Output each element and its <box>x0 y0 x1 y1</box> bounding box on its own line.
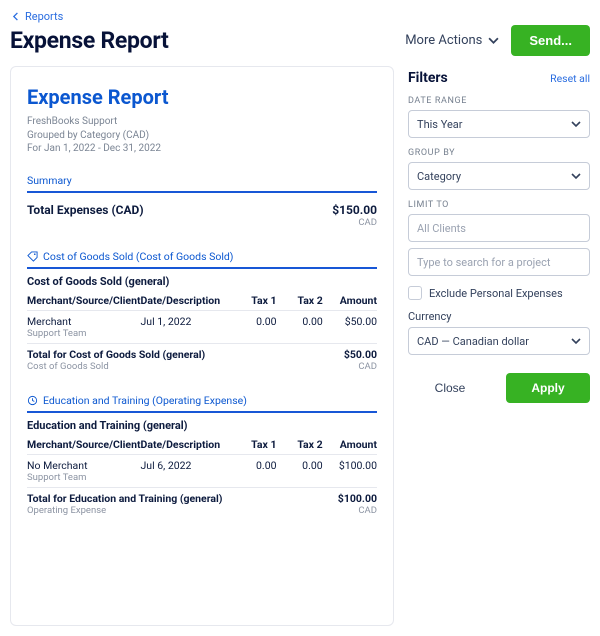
category-total-amount: $50.00 <box>323 348 377 361</box>
category-header: Cost of Goods Sold (Cost of Goods Sold) <box>27 250 377 263</box>
currency-label: Currency <box>408 310 590 323</box>
col-amount: Amount <box>323 291 377 311</box>
more-actions-dropdown[interactable]: More Actions <box>405 33 499 48</box>
cell-date: Jul 6, 2022 <box>141 454 231 487</box>
category-total-row: Total for Education and Training (genera… <box>27 487 377 520</box>
category-total-currency: CAD <box>323 361 377 372</box>
limit-to-label: LIMIT TO <box>408 200 590 210</box>
col-merchant: Merchant/Source/Client <box>27 291 141 311</box>
total-expenses-label: Total Expenses (CAD) <box>27 203 144 228</box>
group-by-select[interactable]: Category <box>408 162 590 190</box>
filters-panel: Filters Reset all DATE RANGE This Year G… <box>408 66 590 403</box>
cell-merchant: No Merchant <box>27 459 141 472</box>
cell-merchant: Merchant <box>27 315 141 328</box>
col-tax1: Tax 1 <box>230 435 276 455</box>
chevron-down-icon <box>571 171 581 181</box>
table-row: No Merchant Support Team Jul 6, 2022 0.0… <box>27 454 377 487</box>
category-total-amount: $100.00 <box>323 492 377 505</box>
total-expenses-value: $150.00 <box>332 203 377 217</box>
report-company: FreshBooks Support <box>27 115 377 129</box>
report-date-range: For Jan 1, 2022 - Dec 31, 2022 <box>27 142 377 156</box>
exclude-label: Exclude Personal Expenses <box>429 287 563 300</box>
category-title: Cost of Goods Sold (Cost of Goods Sold) <box>43 250 233 263</box>
col-tax1: Tax 1 <box>230 291 276 311</box>
cell-amount: $50.00 <box>323 310 377 343</box>
chevron-down-icon <box>571 336 581 346</box>
divider <box>27 411 377 413</box>
category-total-row: Total for Cost of Goods Sold (general) C… <box>27 343 377 376</box>
page-title: Expense Report <box>10 27 169 54</box>
more-actions-label: More Actions <box>405 33 482 48</box>
filters-title: Filters <box>408 70 448 86</box>
divider <box>27 267 377 269</box>
col-amount: Amount <box>323 435 377 455</box>
report-title: Expense Report <box>27 85 377 109</box>
chevron-left-icon <box>12 12 21 21</box>
col-date: Date/Description <box>141 291 231 311</box>
clients-input[interactable]: All Clients <box>408 214 590 242</box>
breadcrumb[interactable]: Reports <box>12 10 590 23</box>
report-card: Expense Report FreshBooks Support Groupe… <box>10 66 394 626</box>
category-total-sub: Cost of Goods Sold <box>27 361 323 372</box>
col-tax2: Tax 2 <box>277 291 323 311</box>
category-total-label: Total for Education and Training (genera… <box>27 492 323 505</box>
close-button[interactable]: Close <box>408 381 492 395</box>
group-by-label: GROUP BY <box>408 148 590 158</box>
category-header: Education and Training (Operating Expens… <box>27 394 377 407</box>
send-button[interactable]: Send... <box>511 25 590 56</box>
reset-all-link[interactable]: Reset all <box>550 72 590 85</box>
cell-tax2: 0.00 <box>277 310 323 343</box>
cell-tax1: 0.00 <box>230 454 276 487</box>
exclude-personal-checkbox[interactable]: Exclude Personal Expenses <box>408 286 590 300</box>
category-subhead: Education and Training (general) <box>27 419 377 432</box>
cell-tax2: 0.00 <box>277 454 323 487</box>
clock-icon <box>27 395 38 406</box>
date-range-value: This Year <box>417 118 463 131</box>
col-merchant: Merchant/Source/Client <box>27 435 141 455</box>
clients-placeholder: All Clients <box>417 222 466 235</box>
breadcrumb-label: Reports <box>25 10 63 23</box>
projects-input[interactable]: Type to search for a project <box>408 248 590 276</box>
cell-client: Support Team <box>27 328 141 339</box>
cell-tax1: 0.00 <box>230 310 276 343</box>
col-tax2: Tax 2 <box>277 435 323 455</box>
cell-date: Jul 1, 2022 <box>141 310 231 343</box>
cell-client: Support Team <box>27 472 141 483</box>
chevron-down-icon <box>488 35 499 46</box>
expense-table: Merchant/Source/Client Date/Description … <box>27 435 377 520</box>
category-total-sub: Operating Expense <box>27 505 323 516</box>
tag-icon <box>27 251 38 262</box>
currency-value: CAD — Canadian dollar <box>417 335 529 348</box>
cell-amount: $100.00 <box>323 454 377 487</box>
expense-table: Merchant/Source/Client Date/Description … <box>27 291 377 376</box>
table-row: Merchant Support Team Jul 1, 2022 0.00 0… <box>27 310 377 343</box>
summary-label: Summary <box>27 174 377 187</box>
report-meta: FreshBooks Support Grouped by Category (… <box>27 115 377 156</box>
top-bar: Expense Report More Actions Send... <box>10 25 590 56</box>
apply-button[interactable]: Apply <box>506 373 590 403</box>
col-date: Date/Description <box>141 435 231 455</box>
projects-placeholder: Type to search for a project <box>417 256 550 269</box>
category-total-label: Total for Cost of Goods Sold (general) <box>27 348 323 361</box>
category-title: Education and Training (Operating Expens… <box>43 394 247 407</box>
date-range-label: DATE RANGE <box>408 96 590 106</box>
chevron-down-icon <box>571 119 581 129</box>
group-by-value: Category <box>417 170 461 183</box>
checkbox-icon <box>408 286 422 300</box>
divider <box>27 191 377 193</box>
date-range-select[interactable]: This Year <box>408 110 590 138</box>
report-grouping: Grouped by Category (CAD) <box>27 129 377 143</box>
total-expenses-currency: CAD <box>332 217 377 228</box>
category-subhead: Cost of Goods Sold (general) <box>27 275 377 288</box>
currency-select[interactable]: CAD — Canadian dollar <box>408 327 590 355</box>
category-total-currency: CAD <box>323 505 377 516</box>
